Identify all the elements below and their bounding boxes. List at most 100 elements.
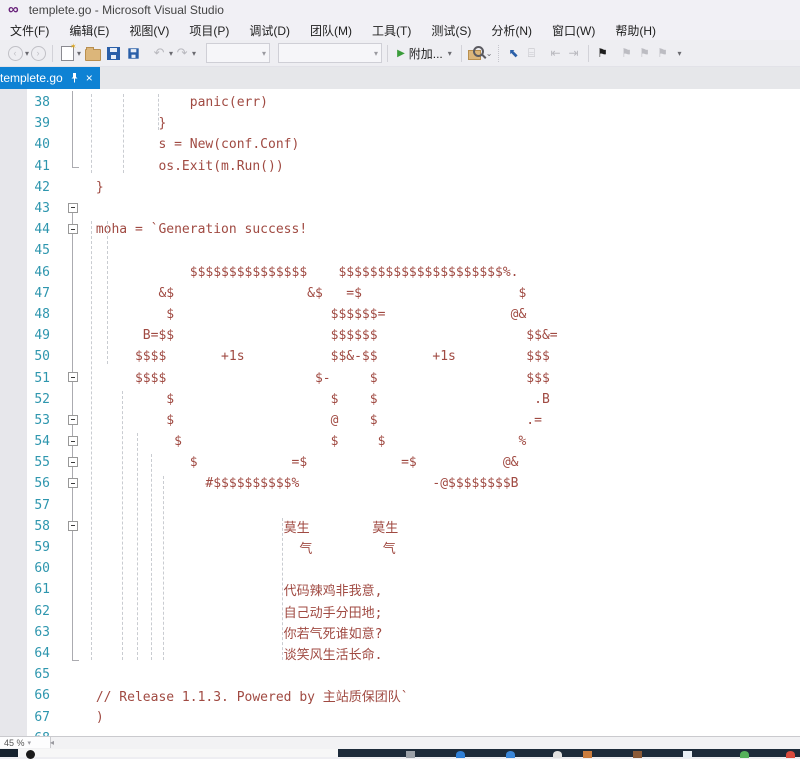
line-number: 38 [0, 95, 56, 110]
menu-item-4[interactable]: 调试(D) [239, 20, 300, 41]
outdent-icon[interactable]: ⇤ [547, 44, 565, 62]
new-file-icon[interactable] [58, 44, 76, 62]
code-text: &$ &$ =$ $ [88, 286, 526, 301]
tab-templete-go[interactable]: templete.go × [0, 67, 100, 89]
code-text: 自己动手分田地; [88, 602, 383, 621]
new-file-dropdown-icon[interactable]: ▾ [77, 49, 81, 58]
debug-target-combobox[interactable]: ▾ [206, 43, 270, 63]
code-text: s = New(conf.Conf) [88, 137, 299, 152]
code-line: 60 [0, 558, 800, 579]
line-number: 56 [0, 476, 56, 491]
code-lines: 38 panic(err)39 }40 s = New(conf.Conf)41… [0, 92, 800, 736]
line-number: 65 [0, 667, 56, 682]
code-line: 44 moha = `Generation success! [0, 219, 800, 240]
comment-icon[interactable]: ⌸ [523, 44, 541, 62]
prev-bookmark-icon[interactable]: ⚑ [618, 44, 636, 62]
fold-structure-line [72, 207, 73, 661]
code-editor[interactable]: 38 panic(err)39 }40 s = New(conf.Conf)41… [0, 89, 800, 736]
pin-icon[interactable] [70, 73, 79, 83]
code-line: 57 [0, 495, 800, 516]
code-text: os.Exit(m.Run()) [88, 159, 284, 174]
line-number: 53 [0, 413, 56, 428]
menu-item-10[interactable]: 帮助(H) [605, 20, 666, 41]
code-line: 38 panic(err) [0, 92, 800, 113]
toolbar-separator [461, 45, 462, 62]
line-number: 58 [0, 519, 56, 534]
undo-icon[interactable]: ↶ [150, 44, 168, 62]
nav-forward-icon[interactable]: › [29, 44, 47, 62]
indent-guide [107, 221, 108, 363]
clear-bookmarks-icon[interactable]: ⚑ [654, 44, 672, 62]
editor-zoom-control[interactable]: 45 % ▾ [0, 737, 51, 748]
menu-item-1[interactable]: 编辑(E) [59, 20, 119, 41]
nav-backward-icon[interactable]: ‹ [6, 44, 24, 62]
menu-item-6[interactable]: 工具(T) [362, 20, 421, 41]
indent-guide [137, 433, 138, 660]
menu-item-0[interactable]: 文件(F) [0, 20, 59, 41]
code-line: 39 } [0, 113, 800, 134]
taskbar-search-box[interactable] [18, 749, 338, 757]
line-number: 39 [0, 116, 56, 131]
navigate-to-icon[interactable]: ⬉ [505, 44, 523, 62]
bookmark-icon[interactable]: ⚑ [594, 44, 612, 62]
fold-toggle-icon[interactable] [68, 478, 78, 488]
scroll-left-arrow-icon[interactable]: ◂ [50, 738, 54, 747]
horizontal-scrollbar[interactable]: 45 % ▾ ◂ [0, 736, 800, 749]
open-file-icon[interactable] [84, 44, 102, 62]
windows-taskbar[interactable] [0, 749, 800, 757]
code-text: $ $ $ % [88, 434, 526, 449]
code-text: 谈笑风生活长命. [88, 644, 383, 663]
code-line: 65 [0, 664, 800, 685]
fold-margin [56, 706, 88, 727]
redo-icon[interactable]: ↷ [173, 44, 191, 62]
fold-toggle-icon[interactable] [68, 372, 78, 382]
code-line: 40 s = New(conf.Conf) [0, 134, 800, 155]
line-number: 49 [0, 328, 56, 343]
code-line: 49 B=$$ $$$$$$ $$&= [0, 325, 800, 346]
fold-toggle-icon[interactable] [68, 224, 78, 234]
code-text: } [88, 180, 104, 195]
line-number: 44 [0, 222, 56, 237]
toolbar-overflow-icon[interactable]: ▾ [678, 49, 682, 58]
code-text: $ $ $ .B [88, 392, 550, 407]
code-line: 58 莫生 莫生 [0, 516, 800, 537]
toolbar-overflow-icon[interactable]: ⌄ [486, 49, 493, 58]
code-line: 43 [0, 198, 800, 219]
fold-toggle-icon[interactable] [68, 521, 78, 531]
line-number: 64 [0, 646, 56, 661]
menu-item-9[interactable]: 窗口(W) [542, 20, 605, 41]
indent-icon[interactable]: ⇥ [565, 44, 583, 62]
fold-structure-line [72, 91, 73, 168]
attach-dropdown-icon[interactable]: ▾ [448, 49, 452, 58]
code-text: } [88, 116, 166, 131]
menu-item-7[interactable]: 测试(S) [421, 20, 481, 41]
find-in-files-icon[interactable] [467, 44, 485, 62]
attach-button[interactable]: ▶ 附加... ▾ [393, 43, 456, 64]
next-bookmark-icon[interactable]: ⚑ [636, 44, 654, 62]
fold-toggle-icon[interactable] [68, 436, 78, 446]
tab-label: templete.go [0, 71, 63, 85]
code-line: 46 $$$$$$$$$$$$$$$ $$$$$$$$$$$$$$$$$$$$$… [0, 262, 800, 283]
line-number: 52 [0, 392, 56, 407]
fold-toggle-icon[interactable] [68, 203, 78, 213]
solution-config-combobox[interactable]: ▾ [278, 43, 382, 63]
menu-item-2[interactable]: 视图(V) [119, 20, 179, 41]
code-text: $ @ $ .= [88, 413, 542, 428]
code-line: 62 自己动手分田地; [0, 601, 800, 622]
start-button-edge[interactable] [0, 749, 18, 757]
indent-guide [91, 94, 92, 173]
fold-toggle-icon[interactable] [68, 457, 78, 467]
close-icon[interactable]: × [86, 72, 93, 84]
code-line: 42 } [0, 177, 800, 198]
menu-item-3[interactable]: 项目(P) [179, 20, 239, 41]
menu-item-8[interactable]: 分析(N) [481, 20, 542, 41]
save-icon[interactable] [104, 44, 122, 62]
save-all-icon[interactable] [124, 44, 142, 62]
menu-item-5[interactable]: 团队(M) [300, 20, 362, 41]
tab-bar: templete.go × [0, 67, 800, 89]
code-line: 45 [0, 240, 800, 261]
redo-dropdown-icon[interactable]: ▾ [192, 49, 196, 58]
fold-toggle-icon[interactable] [68, 415, 78, 425]
indent-guide [158, 94, 159, 130]
line-number: 45 [0, 243, 56, 258]
